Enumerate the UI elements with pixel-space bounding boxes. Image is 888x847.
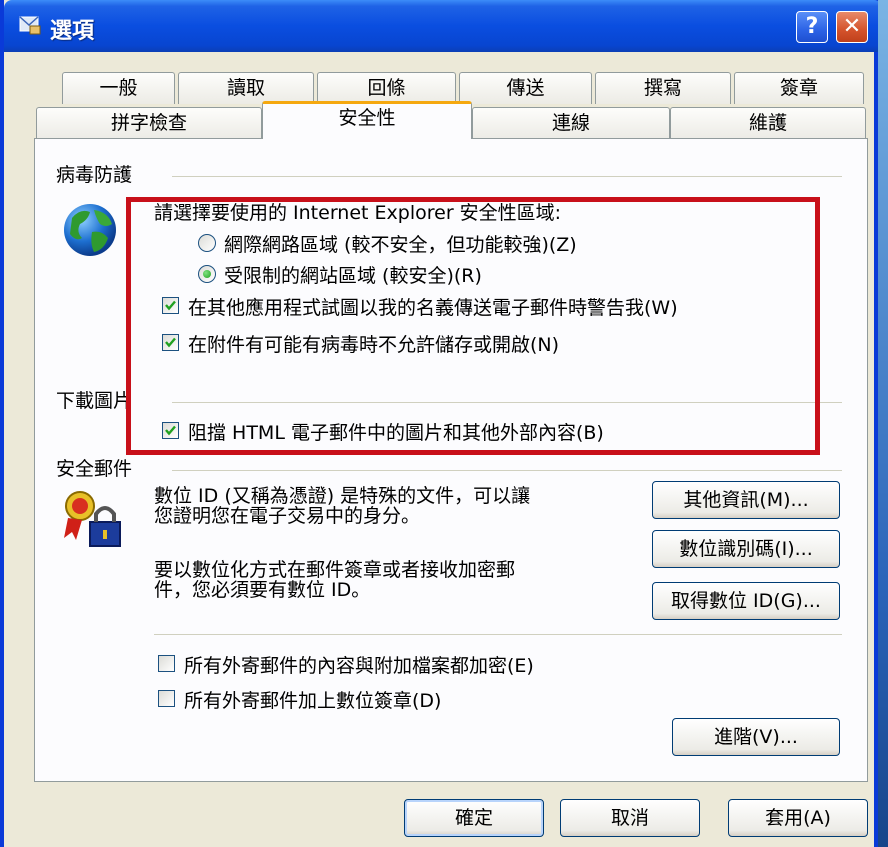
certificate-lock-icon: [60, 486, 130, 550]
checkbox-encrypt-outgoing[interactable]: [158, 655, 175, 672]
tab-read[interactable]: 讀取: [178, 72, 314, 104]
digital-id-description-line2: 您證明您在電子交易中的身分。: [154, 505, 421, 527]
tab-general[interactable]: 一般: [62, 72, 175, 104]
tab-compose[interactable]: 撰寫: [595, 72, 731, 104]
checkbox-encrypt-outgoing-label[interactable]: 所有外寄郵件的內容與附加檔案都加密(E): [184, 651, 534, 678]
ok-button[interactable]: 確定: [404, 799, 544, 837]
tab-connection[interactable]: 連線: [472, 107, 670, 139]
close-button[interactable]: ✕: [836, 11, 868, 43]
secure-mail-group-label: 安全郵件: [56, 458, 133, 480]
checkbox-sign-outgoing[interactable]: [158, 690, 175, 707]
globe-icon: [62, 198, 122, 262]
get-digital-id-button[interactable]: 取得數位 ID(G)...: [652, 582, 840, 620]
advanced-button[interactable]: 進階(V)...: [672, 718, 840, 756]
options-dialog: 選項 ? ✕ 一般 讀取 回條 傳送 撰寫 簽章 拼字檢查 安全性 連線 維護 …: [0, 0, 882, 847]
help-button[interactable]: ?: [796, 11, 828, 43]
download-images-group-label: 下載圖片: [56, 390, 133, 412]
highlight-annotation-box: [126, 197, 820, 455]
tab-receipts[interactable]: 回條: [317, 72, 456, 104]
tab-send[interactable]: 傳送: [459, 72, 592, 104]
desktop-background-edge: [878, 0, 888, 847]
tab-spelling[interactable]: 拼字檢查: [36, 107, 262, 139]
group-divider: [172, 470, 842, 471]
digital-id-description-line1: 數位 ID (又稱為憑證) 是特殊的文件，可以讓: [154, 485, 531, 507]
window-title: 選項: [50, 19, 95, 44]
group-divider: [172, 176, 842, 177]
group-divider: [154, 634, 842, 635]
digital-ids-button[interactable]: 數位識別碼(I)...: [652, 530, 840, 568]
tab-security[interactable]: 安全性: [262, 101, 472, 139]
tab-maintenance[interactable]: 維護: [670, 107, 866, 139]
signing-requirement-description: 要以數位化方式在郵件簽章或者接收加密郵 件，您必須要有數位 ID。: [154, 560, 515, 600]
tab-signatures[interactable]: 簽章: [734, 72, 864, 104]
title-bar[interactable]: 選項 ? ✕: [4, 0, 882, 52]
apply-button[interactable]: 套用(A): [728, 799, 868, 837]
signing-requirement-line2: 件，您必須要有數位 ID。: [154, 579, 371, 601]
checkbox-sign-outgoing-label[interactable]: 所有外寄郵件加上數位簽章(D): [184, 686, 441, 713]
virus-protection-group-label: 病毒防護: [56, 164, 133, 186]
cancel-button[interactable]: 取消: [560, 799, 700, 837]
signing-requirement-line1: 要以數位化方式在郵件簽章或者接收加密郵: [154, 559, 516, 581]
mail-options-icon: [18, 14, 42, 36]
digital-id-description: 數位 ID (又稱為憑證) 是特殊的文件，可以讓 您證明您在電子交易中的身分。: [154, 486, 530, 526]
more-info-button[interactable]: 其他資訊(M)...: [652, 481, 840, 519]
